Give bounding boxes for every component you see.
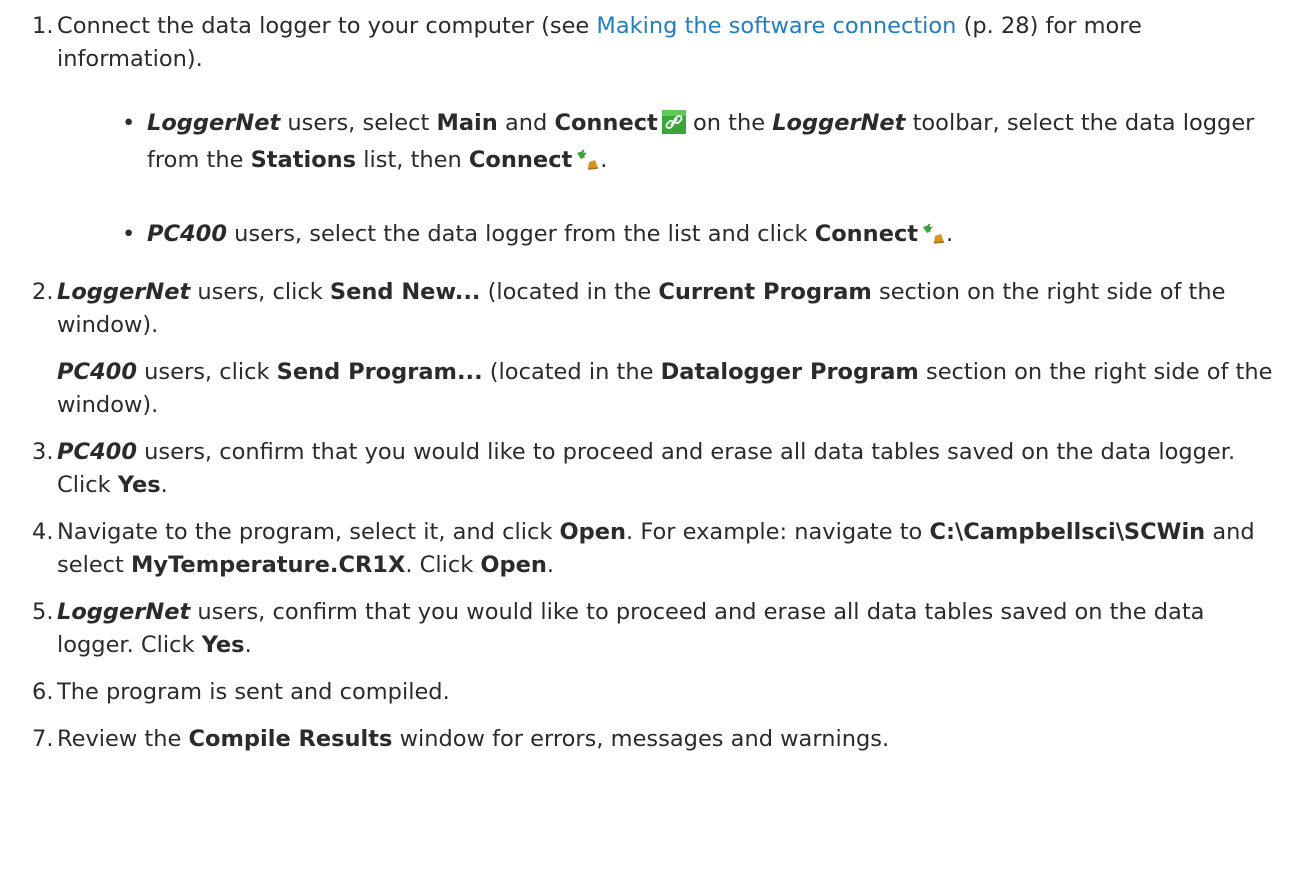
step-2-pc400-note: PC400 users, click Send Program... (loca… [57, 359, 1273, 418]
step-number: 4. [32, 519, 54, 545]
step-number: 2. [32, 279, 54, 305]
step-7: 7. Review the Compile Results window for… [32, 723, 1276, 756]
bullet-text: PC400 users, select the data logger from… [122, 218, 1276, 255]
chain-link-icon [661, 110, 686, 144]
step-text: PC400 users, confirm that you would like… [57, 439, 1236, 498]
step-6: 6. The program is sent and compiled. [32, 676, 1276, 709]
procedure-page: 1. Connect the data logger to your compu… [0, 0, 1292, 880]
step-text: LoggerNet users, click Send New... (loca… [57, 279, 1226, 338]
step-3: 3. PC400 users, confirm that you would l… [32, 436, 1276, 502]
plug-connector-icon [922, 222, 946, 255]
step-text: The program is sent and compiled. [57, 679, 450, 705]
bullet-dot: • [122, 221, 136, 247]
step-number: 7. [32, 726, 54, 752]
step-text: Connect the data logger to your computer… [57, 13, 1142, 72]
step-number: 5. [32, 599, 54, 625]
step-number: 1. [32, 13, 54, 39]
bullet-text: LoggerNet users, select Main and Connect… [122, 107, 1276, 181]
plug-connector-icon [576, 148, 600, 181]
step-1: 1. Connect the data logger to your compu… [32, 10, 1276, 76]
bullet-pc400-connect: • PC400 users, select the data logger fr… [122, 218, 1276, 255]
bullet-loggernet-connect: • LoggerNet users, select Main and Conne… [122, 107, 1276, 181]
step-number: 3. [32, 439, 54, 465]
bullet-dot: • [122, 110, 136, 136]
step-text: Review the Compile Results window for er… [57, 726, 890, 752]
step-text: LoggerNet users, confirm that you would … [57, 599, 1205, 658]
step-2: 2. LoggerNet users, click Send New... (l… [32, 276, 1276, 342]
step-text: Navigate to the program, select it, and … [57, 519, 1255, 578]
step-4: 4. Navigate to the program, select it, a… [32, 516, 1276, 582]
step-5: 5. LoggerNet users, confirm that you wou… [32, 596, 1276, 662]
step-number: 6. [32, 679, 54, 705]
making-software-connection-link[interactable]: Making the software connection [596, 13, 956, 39]
